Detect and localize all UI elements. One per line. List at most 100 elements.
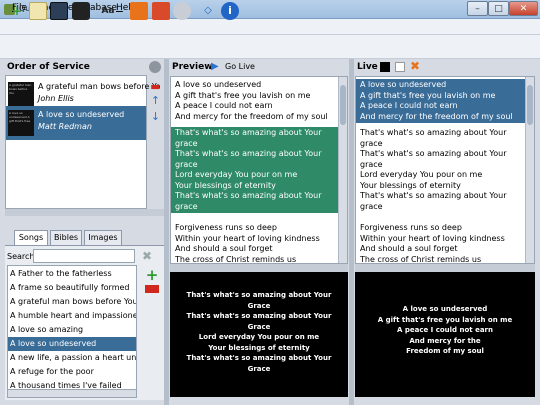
lyric-line: That's what's so amazing about Your (360, 191, 507, 200)
close-button[interactable]: ✕ (509, 1, 538, 16)
scroll-thumb[interactable] (340, 85, 346, 125)
search-label: Search (7, 252, 35, 261)
preview-lyrics: A love so undeserved A gift that's free … (170, 76, 348, 264)
remove-item-icon[interactable]: ▬ (149, 80, 162, 93)
print-schedule-icon[interactable] (72, 2, 90, 20)
info-icon[interactable]: i (221, 2, 239, 20)
add-dvd-icon[interactable] (173, 2, 191, 20)
live-screen: A love so undeserved A gift that's free … (355, 272, 535, 397)
lyric-line: grace (175, 201, 198, 211)
add-powerpoint-icon[interactable] (130, 2, 148, 20)
lyric-line: grace (175, 159, 198, 169)
screen-line: Grace (247, 364, 271, 373)
remove-song-icon[interactable] (145, 285, 159, 293)
tab-images[interactable]: Images (84, 230, 122, 245)
lyric-line: Lord everyday You pour on me (360, 170, 483, 179)
search-input[interactable] (33, 249, 135, 263)
lyric-line: A gift that's free you lavish on me (360, 90, 496, 100)
clear-screen-icon[interactable] (395, 62, 405, 72)
schedule-item-title: A love so undeserved (38, 110, 125, 119)
panel-divider[interactable] (349, 59, 354, 405)
lyric-line: Within your heart of loving kindness (175, 233, 320, 243)
preview-section-2[interactable]: That's what's so amazing about Your grac… (171, 127, 347, 213)
tab-bibles[interactable]: Bibles (50, 230, 82, 245)
lyric-line: Forgiveness runs so deep (360, 223, 462, 232)
clear-search-icon[interactable]: ✖ (140, 249, 154, 263)
order-of-service-list: A grateful man bows before You A gratefu… (5, 75, 161, 209)
manage-tags-icon[interactable]: ◇ (199, 2, 217, 20)
add-song-icon[interactable]: + (145, 268, 159, 283)
panel-divider[interactable] (164, 59, 169, 405)
lyric-line: grace (360, 201, 383, 211)
live-section-1[interactable]: A love so undeserved A gift that's free … (356, 79, 534, 123)
lyric-line: That's what's so amazing about Your (175, 128, 322, 137)
list-item-selected[interactable]: A love so undeserved (8, 337, 136, 351)
live-section-2[interactable]: That's what's so amazing about Your grac… (356, 127, 534, 213)
live-header: Live (357, 62, 378, 72)
list-item[interactable]: A frame so beautifully formed (8, 281, 136, 295)
live-lyrics: A love so undeserved A gift that's free … (355, 76, 535, 264)
hide-display-icon[interactable]: ✖ (410, 60, 422, 72)
screen-line: Freedom of my soul (406, 347, 484, 355)
black-screen-icon[interactable] (380, 62, 390, 72)
maximize-button[interactable]: □ (488, 1, 509, 16)
list-item[interactable]: A new life, a passion a heart unfold (8, 351, 136, 365)
move-down-icon[interactable]: ↓ (149, 110, 162, 123)
lyric-line: Your blessings of eternity (360, 180, 461, 190)
screen-line: That's what's so amazing about Your (186, 312, 332, 320)
open-schedule-icon[interactable] (29, 2, 47, 20)
new-song-icon[interactable]: Aa (99, 2, 117, 20)
list-item[interactable]: A refuge for the poor (8, 365, 136, 379)
lyric-line: grace (360, 138, 383, 148)
go-live-icon[interactable]: ▶ (211, 61, 222, 72)
lyric-line: A peace I could not earn (175, 101, 273, 110)
lyric-line: And mercy for the freedom of my soul (360, 111, 513, 121)
tab-songs[interactable]: Songs (14, 230, 48, 245)
song-thumbnail: A love so undeserved A gift that's free (8, 110, 34, 136)
add-video-icon[interactable] (152, 2, 170, 20)
list-item[interactable]: A grateful man bows before You (8, 295, 136, 309)
screen-line: Lord everyday You pour on me (198, 333, 320, 341)
preview-splitter[interactable] (170, 264, 348, 272)
lyric-line: A love so undeserved (360, 80, 447, 89)
lyric-line: grace (175, 138, 198, 148)
schedule-side-buttons: ▬ ↑ ↓ (147, 62, 164, 212)
lyric-line: And should a soul forget (175, 244, 273, 253)
screen-line: A peace I could not earn (397, 326, 493, 334)
go-live-button[interactable]: Go Live (225, 62, 255, 71)
preview-section-3[interactable]: Forgiveness runs so deep Within your hea… (171, 222, 347, 263)
live-scrollbar[interactable] (525, 77, 534, 263)
lyric-line: And mercy for the freedom of my soul (175, 111, 328, 121)
schedule-item-author: Matt Redman (38, 122, 92, 131)
screen-line: A gift that's free you lavish on me (377, 315, 513, 324)
preview-header: Preview (172, 62, 213, 72)
screen-line: That's what's so amazing about Your (186, 354, 332, 362)
lyric-line: That's what's so amazing about Your (360, 149, 507, 158)
list-item[interactable]: A Father to the fatherless (8, 267, 136, 281)
live-section-3[interactable]: Forgiveness runs so deep Within your hea… (356, 222, 534, 263)
screen-line: Your blessings of eternity (208, 343, 310, 352)
song-thumbnail: A grateful man bows before You (8, 82, 34, 108)
list-item[interactable]: A love so amazing (8, 323, 136, 337)
screen-line: A love so undeserved (402, 305, 488, 313)
live-splitter[interactable] (355, 264, 535, 272)
preview-scrollbar[interactable] (338, 77, 347, 263)
move-up-icon[interactable]: ↑ (149, 94, 162, 107)
lyric-line: grace (360, 159, 383, 169)
lyric-line: That's what's so amazing about Your (360, 128, 507, 137)
left-splitter[interactable] (5, 209, 164, 216)
lyric-line: A gift that's free you lavish on me (175, 90, 311, 100)
preview-screen: That's what's so amazing about Your Grac… (170, 272, 348, 397)
scroll-thumb[interactable] (527, 85, 533, 125)
save-schedule-icon[interactable] (50, 2, 68, 20)
song-list-hscrollbar[interactable] (7, 389, 137, 398)
schedule-item-author: John Ellis (38, 94, 74, 103)
minimize-button[interactable]: – (467, 1, 488, 16)
screen-line: And mercy for the (409, 336, 481, 345)
list-item[interactable]: A humble heart and impassioned (8, 309, 136, 323)
new-schedule-icon[interactable]: + (8, 2, 26, 20)
preview-section-1[interactable]: A love so undeserved A gift that's free … (171, 79, 347, 123)
screen-line: Grace (247, 301, 271, 310)
schedule-item-selected[interactable]: A love so undeserved A gift that's free … (6, 106, 146, 140)
lyric-line: Your blessings of eternity (175, 180, 276, 190)
